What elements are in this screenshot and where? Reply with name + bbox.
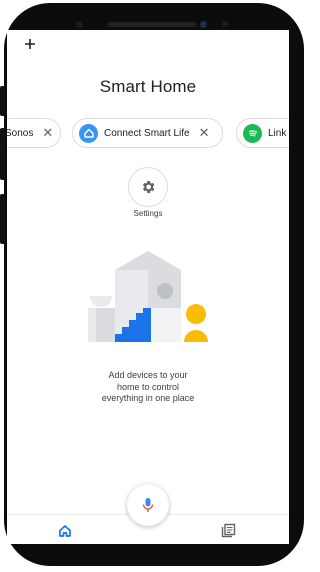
chip-link-spotify[interactable]: Link	[236, 118, 289, 148]
microphone-icon	[142, 498, 154, 512]
empty-state-line: everything in one place	[101, 393, 195, 403]
page-title: Smart Home	[99, 77, 197, 96]
chip-label: Connect Smart Life	[104, 127, 190, 139]
chip-connect-smart-life[interactable]: Connect Smart Life ✕	[72, 118, 223, 148]
empty-state-line: home to control	[116, 381, 180, 392]
empty-state-line: Add devices to your	[108, 370, 188, 380]
gear-icon	[142, 181, 155, 193]
add-button[interactable]	[22, 36, 38, 52]
spotify-icon	[243, 123, 262, 143]
chip-label: Sonos	[7, 127, 34, 139]
earpiece-speaker	[108, 22, 196, 27]
suggestion-chips: Sonos ✕ Connect Smart Life ✕ Link	[7, 118, 289, 148]
chip-sonos[interactable]: Sonos ✕	[7, 118, 61, 148]
smart-life-home-icon	[79, 123, 98, 143]
volume-up-button	[0, 86, 5, 116]
chip-label: Link	[268, 127, 287, 139]
empty-state-message: Add devices to your home to control ever…	[7, 370, 289, 405]
home-icon[interactable]	[58, 524, 72, 538]
plus-icon	[25, 39, 35, 49]
front-sensor	[76, 21, 83, 28]
empty-home-illustration	[88, 251, 208, 342]
microphone-button[interactable]	[127, 484, 169, 526]
settings-button[interactable]	[128, 167, 168, 207]
app-screen: Smart Home Sonos ✕ Connect Smart Life ✕ …	[7, 30, 289, 544]
bixby-button	[0, 194, 5, 244]
feed-icon[interactable]	[221, 523, 236, 538]
device-frame: Smart Home Sonos ✕ Connect Smart Life ✕ …	[0, 0, 304, 572]
close-icon[interactable]: ✕	[42, 125, 53, 141]
close-icon[interactable]: ✕	[199, 125, 210, 141]
settings-label: Settings	[133, 209, 163, 218]
front-camera	[200, 21, 207, 28]
volume-down-button	[0, 128, 5, 180]
proximity-sensor	[222, 21, 228, 27]
